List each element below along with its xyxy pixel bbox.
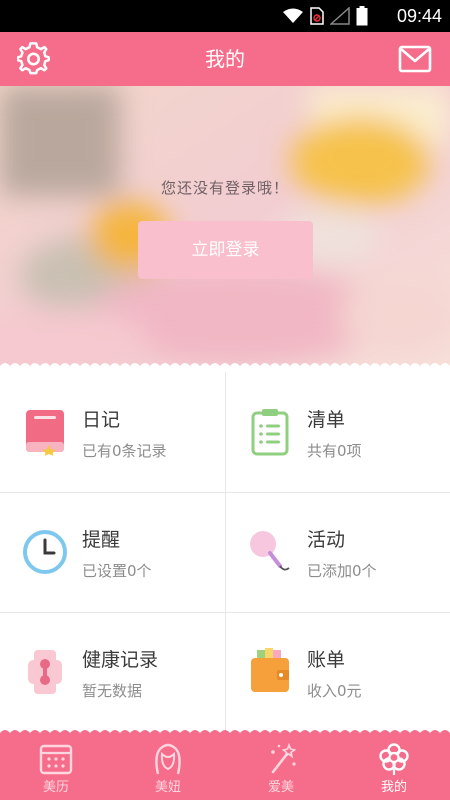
- page-title: 我的: [205, 47, 245, 71]
- health-icon: [28, 650, 62, 694]
- girl-face-icon: [155, 743, 181, 775]
- messages-button[interactable]: [397, 42, 433, 76]
- grid-item-reminder[interactable]: 提醒 已设置0个: [0, 492, 225, 612]
- grid-item-activity[interactable]: 活动 已添加0个: [225, 492, 450, 612]
- status-icons: [282, 6, 368, 26]
- grid-item-subtitle: 已添加0个: [307, 562, 377, 580]
- grid-item-bill[interactable]: 账单 收入0元: [225, 612, 450, 732]
- grid-item-subtitle: 暂无数据: [82, 682, 143, 700]
- mail-icon: [398, 45, 432, 73]
- diary-book-icon: [26, 410, 64, 456]
- bottom-tab-bar: 美历 美妞 爱美 我的: [0, 729, 450, 800]
- tab-beauty[interactable]: 爱美: [225, 733, 337, 800]
- tab-mine[interactable]: 我的: [338, 733, 450, 800]
- tab-label: 美历: [42, 780, 69, 795]
- grid-item-subtitle: 已有0条记录: [82, 442, 167, 460]
- grid-item-title: 活动: [307, 529, 346, 551]
- lollipop-icon: [250, 531, 290, 571]
- grid-item-subtitle: 已设置0个: [82, 562, 152, 580]
- login-button[interactable]: 立即登录: [138, 221, 313, 279]
- grid-item-title: 清单: [307, 409, 346, 431]
- flower-icon: [379, 743, 409, 775]
- feature-grid: 日记 已有0条记录 清单 共有0项 提醒 已设置0个 活动 已添加0个 健康记录…: [0, 372, 450, 733]
- tab-label: 我的: [380, 780, 407, 795]
- hero-banner: 您还没有登录哦！ 立即登录: [0, 86, 450, 372]
- sim-card-icon: [310, 7, 324, 25]
- grid-item-subtitle: 收入0元: [307, 682, 362, 700]
- tab-calendar[interactable]: 美历: [0, 733, 112, 800]
- battery-icon: [356, 6, 368, 26]
- signal-icon: [330, 7, 350, 25]
- clock-icon: [23, 530, 67, 574]
- grid-item-diary[interactable]: 日记 已有0条记录: [0, 372, 225, 492]
- clipboard-list-icon: [251, 409, 289, 456]
- grid-item-title: 提醒: [82, 529, 121, 551]
- grid-item-title: 账单: [307, 649, 346, 671]
- magic-wand-icon: [271, 742, 297, 774]
- grid-item-health[interactable]: 健康记录 暂无数据: [0, 612, 225, 732]
- grid-item-title: 日记: [82, 409, 121, 431]
- not-logged-in-message: 您还没有登录哦！: [160, 179, 289, 197]
- grid-item-list[interactable]: 清单 共有0项: [225, 372, 450, 492]
- wallet-icon: [251, 648, 289, 692]
- calendar-icon: [39, 744, 73, 775]
- status-time: 09:44: [396, 6, 442, 26]
- tab-girl[interactable]: 美妞: [112, 733, 224, 800]
- grid-item-title: 健康记录: [82, 649, 159, 671]
- tab-label: 美妞: [154, 780, 181, 795]
- tab-label: 爱美: [267, 780, 294, 795]
- wifi-icon: [283, 8, 303, 23]
- header: 我的: [0, 32, 450, 92]
- status-bar: 09:44: [0, 0, 450, 32]
- grid-item-subtitle: 共有0项: [307, 442, 362, 460]
